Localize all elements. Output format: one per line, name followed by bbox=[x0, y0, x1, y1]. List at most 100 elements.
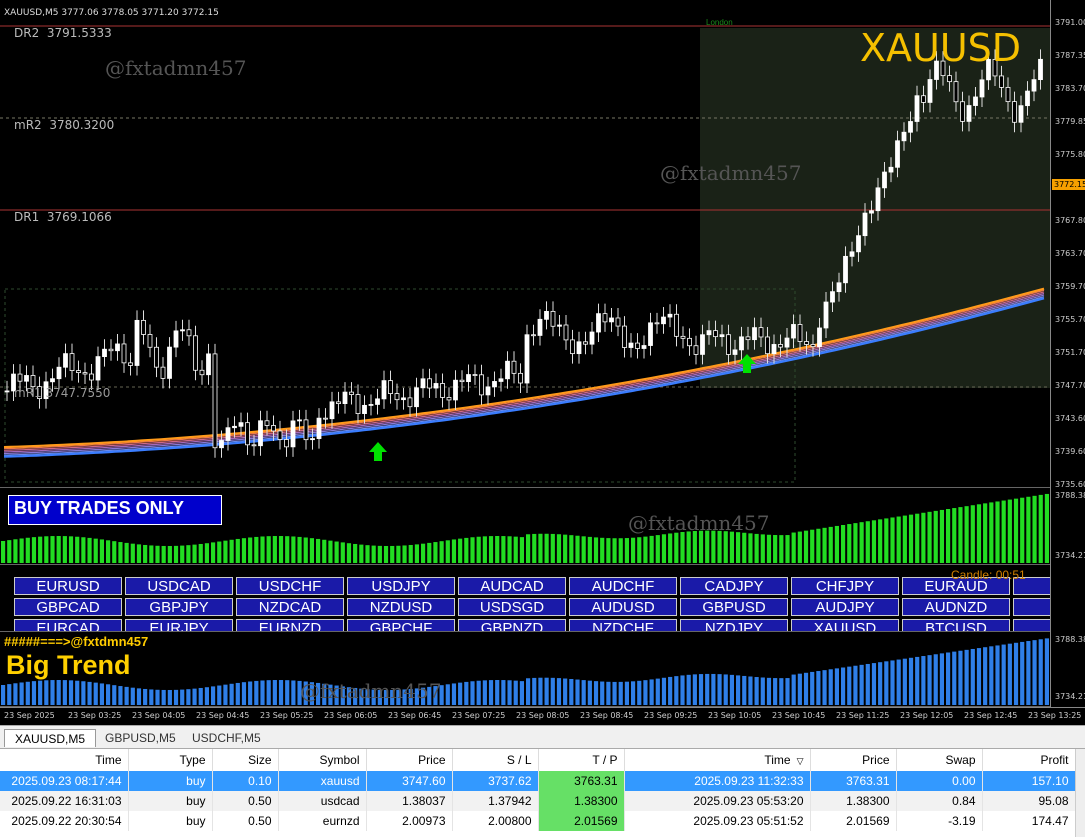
column-header[interactable]: Time ▽ bbox=[624, 749, 811, 771]
symbol-button[interactable]: XAUUSD bbox=[791, 619, 899, 631]
table-row[interactable]: 2025.09.22 16:31:03 buy 0.50 usdcad 1.38037 1… bbox=[0, 791, 1076, 811]
symbol-button[interactable]: AUDCHF bbox=[569, 577, 677, 595]
buy-trades-banner: BUY TRADES ONLY bbox=[8, 495, 222, 525]
symbol-button[interactable]: EURUSD bbox=[14, 577, 122, 595]
histogram-bar bbox=[204, 687, 209, 705]
column-header[interactable]: Profit bbox=[982, 749, 1076, 771]
symbol-button[interactable]: AUDNZD bbox=[902, 598, 1010, 616]
symbol-button[interactable]: USDCHF bbox=[236, 577, 344, 595]
candle-body bbox=[147, 334, 153, 348]
symbol-button[interactable]: GBPCAD bbox=[14, 598, 122, 616]
symbol-button[interactable]: USDSGD bbox=[458, 598, 566, 616]
candle-body bbox=[719, 334, 725, 338]
trade-history: Time Type Size Symbol Price S / LT / P Time ▽ Pr… bbox=[0, 749, 1085, 837]
candle-body bbox=[966, 105, 972, 122]
column-header[interactable]: Type bbox=[128, 749, 213, 771]
symbol-button[interactable]: NZDJPY bbox=[680, 619, 788, 631]
table-cell: buy bbox=[128, 791, 213, 811]
symbol-button[interactable]: EURNZD bbox=[236, 619, 344, 631]
candle-body bbox=[687, 337, 692, 347]
symbol-button[interactable]: GBPNZD bbox=[458, 619, 566, 631]
vertical-scrollbar[interactable] bbox=[1075, 749, 1085, 837]
histogram-bar bbox=[180, 689, 185, 705]
symbol-button[interactable]: AUDCAD bbox=[458, 577, 566, 595]
buy-arrow-icon bbox=[369, 442, 387, 461]
histogram-bar bbox=[161, 689, 166, 705]
price-axis[interactable]: 3791.00 3787.35 3783.70 3779.85 3775.80 3772.… bbox=[1050, 0, 1085, 707]
histogram-bar bbox=[470, 681, 475, 705]
candle-body bbox=[401, 397, 406, 401]
symbol-button[interactable]: CHFJPY bbox=[791, 577, 899, 595]
candle-body bbox=[89, 373, 94, 381]
price-chart-pane[interactable]: XAUUSD,M5 3777.06 3778.05 3771.20 3772.1… bbox=[0, 6, 1050, 488]
candle-body bbox=[862, 212, 868, 237]
symbol-button[interactable]: GBPJPY bbox=[125, 598, 233, 616]
histogram-bar bbox=[488, 536, 494, 563]
candle-body bbox=[284, 439, 289, 448]
histogram-bar bbox=[328, 540, 333, 563]
symbol-button[interactable]: BTCUSD bbox=[902, 619, 1010, 631]
histogram-bar bbox=[915, 513, 920, 563]
symbol-button[interactable]: AUDJPY bbox=[791, 598, 899, 616]
tab-usdchf[interactable]: USDCHF,M5 bbox=[182, 729, 271, 747]
candle-body bbox=[427, 378, 432, 389]
column-header[interactable]: S / L bbox=[452, 749, 539, 771]
candle-body bbox=[576, 341, 582, 355]
candle-body bbox=[973, 96, 978, 106]
histogram-bar bbox=[729, 531, 734, 563]
symbol-button[interactable]: GBPCHF bbox=[347, 619, 455, 631]
tab-xauusd[interactable]: XAUUSD,M5 bbox=[4, 729, 97, 747]
histogram-bar bbox=[291, 680, 296, 705]
column-header[interactable]: Symbol bbox=[278, 749, 367, 771]
tab-gbpusd[interactable]: GBPUSD,M5 bbox=[95, 729, 186, 747]
table-row[interactable]: 2025.09.22 20:30:54 buy 0.50 eurnzd 2.00973 2… bbox=[0, 811, 1076, 831]
ind2-axis-bottom: 3734.21 bbox=[1055, 692, 1085, 701]
candle-body bbox=[433, 383, 439, 389]
histogram-bar bbox=[958, 507, 963, 563]
histogram-bar bbox=[723, 674, 728, 705]
histogram-bar bbox=[976, 504, 982, 563]
table-row[interactable]: 2025.09.23 08:17:44 buy 0.10 xauusd 3747.60 3… bbox=[0, 771, 1076, 791]
histogram-bar bbox=[414, 544, 419, 563]
chart-window[interactable]: XAUUSD,M5 3777.06 3778.05 3771.20 3772.1… bbox=[0, 0, 1085, 725]
symbol-button[interactable]: GBPUSD bbox=[680, 598, 788, 616]
symbol-button[interactable]: EURJPY bbox=[125, 619, 233, 631]
column-header[interactable]: Price bbox=[366, 749, 453, 771]
column-header[interactable]: Time bbox=[0, 749, 129, 771]
symbol-button[interactable]: CADJPY bbox=[680, 577, 788, 595]
table-cell: 95.08 bbox=[982, 791, 1076, 811]
symbol-button[interactable]: NZDUSD bbox=[347, 598, 455, 616]
column-header[interactable]: Swap bbox=[896, 749, 983, 771]
symbol-button[interactable]: NZDCAD bbox=[236, 598, 344, 616]
histogram-bar bbox=[241, 538, 247, 563]
symbol-button[interactable]: EURCAD bbox=[14, 619, 122, 631]
histogram-bar bbox=[25, 537, 30, 563]
buy-indicator-pane[interactable]: BUY TRADES ONLY @fxtadmn457 bbox=[0, 489, 1050, 565]
histogram-bar bbox=[797, 673, 802, 705]
symbol-button[interactable]: CA bbox=[1013, 598, 1050, 616]
big-trend-pane[interactable]: #####===>@fxtdmn457 Big Trend @fxtadmn45… bbox=[0, 633, 1050, 707]
column-header[interactable]: Size bbox=[212, 749, 279, 771]
histogram-bar bbox=[507, 680, 512, 705]
symbol-button[interactable]: USDCAD bbox=[125, 577, 233, 595]
candle-body bbox=[888, 166, 894, 173]
price-axis-label: 3755.70 bbox=[1055, 315, 1085, 324]
histogram-bar bbox=[75, 680, 80, 705]
histogram-bar bbox=[365, 545, 370, 563]
symbol-button[interactable]: USDJPY bbox=[347, 577, 455, 595]
candle-body bbox=[446, 397, 452, 401]
histogram-bar bbox=[618, 538, 623, 563]
histogram-bar bbox=[56, 536, 61, 563]
candle-body bbox=[277, 430, 283, 440]
histogram-bar bbox=[359, 544, 364, 563]
column-header[interactable]: T / P bbox=[538, 749, 625, 771]
time-axis-label: 23 Sep 08:45 bbox=[580, 711, 634, 720]
candle-body bbox=[167, 346, 172, 379]
candle-body bbox=[518, 372, 523, 384]
symbol-button[interactable]: AUDUSD bbox=[569, 598, 677, 616]
histogram-bar bbox=[421, 543, 426, 563]
symbol-button[interactable]: EU bbox=[1013, 619, 1050, 631]
symbol-button[interactable]: NZDCHF bbox=[569, 619, 677, 631]
column-header[interactable]: Price bbox=[810, 749, 897, 771]
histogram-bar bbox=[692, 674, 697, 705]
